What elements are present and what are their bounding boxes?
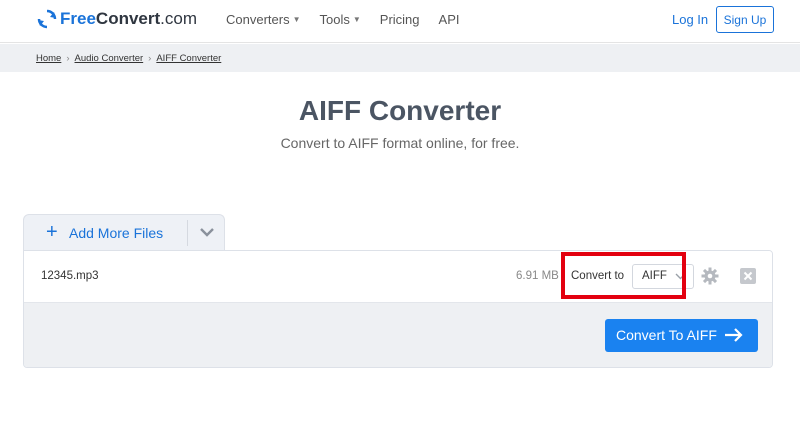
nav-pricing[interactable]: Pricing xyxy=(380,12,420,27)
page-subtitle: Convert to AIFF format online, for free. xyxy=(280,135,520,151)
plus-icon: + xyxy=(46,221,58,243)
brand-tld: .com xyxy=(160,9,197,28)
convert-button-label: Convert To AIFF xyxy=(616,327,717,343)
nav-converters[interactable]: Converters ▼ xyxy=(226,12,301,27)
add-files-tab: + Add More Files xyxy=(23,214,225,250)
panel-footer: Convert To AIFF xyxy=(24,303,772,367)
breadcrumb: Home › Audio Converter › AIFF Converter xyxy=(36,53,221,64)
gear-icon[interactable] xyxy=(701,267,719,285)
top-header: Free Convert.com Converters ▼ Tools ▼ Pri… xyxy=(0,0,800,43)
login-link[interactable]: Log In xyxy=(672,12,708,27)
add-more-files-button[interactable]: + Add More Files xyxy=(24,215,187,250)
convert-button[interactable]: Convert To AIFF xyxy=(605,319,758,352)
nav-tools-label: Tools xyxy=(319,12,350,27)
close-icon xyxy=(743,271,753,281)
breadcrumb-aiff-converter[interactable]: AIFF Converter xyxy=(156,53,221,64)
breadcrumb-separator: › xyxy=(148,53,152,64)
brand-convert-text: Convert xyxy=(95,9,161,28)
chevron-down-icon: ▼ xyxy=(292,15,301,24)
chevron-down-icon xyxy=(199,228,214,237)
chevron-down-icon: ▼ xyxy=(352,15,361,24)
page-title: AIFF Converter xyxy=(298,95,502,126)
nav-api[interactable]: API xyxy=(439,12,460,27)
main-nav: Converters ▼ Tools ▼ Pricing API xyxy=(226,12,479,27)
brand-convert: Convert.com xyxy=(96,9,197,29)
breadcrumb-separator: › xyxy=(66,53,70,64)
signup-button[interactable]: Sign Up xyxy=(716,6,774,33)
arrow-right-icon xyxy=(725,328,743,342)
brand-logo[interactable]: Free Convert.com xyxy=(37,8,197,30)
breadcrumb-home[interactable]: Home xyxy=(36,53,61,64)
nav-api-label: API xyxy=(438,12,460,27)
remove-file-button[interactable] xyxy=(740,268,756,284)
add-files-dropdown-button[interactable] xyxy=(188,215,225,250)
nav-converters-label: Converters xyxy=(226,12,290,27)
refresh-icon xyxy=(37,9,57,29)
nav-tools[interactable]: Tools ▼ xyxy=(320,12,361,27)
file-size: 6.91 MB xyxy=(516,270,559,282)
file-name: 12345.mp3 xyxy=(41,270,99,282)
nav-pricing-label: Pricing xyxy=(379,12,420,27)
breadcrumb-audio-converter[interactable]: Audio Converter xyxy=(75,53,144,64)
annotation-highlight-box xyxy=(561,252,686,299)
add-more-files-label: Add More Files xyxy=(69,225,164,241)
brand-free: Free xyxy=(60,9,96,28)
